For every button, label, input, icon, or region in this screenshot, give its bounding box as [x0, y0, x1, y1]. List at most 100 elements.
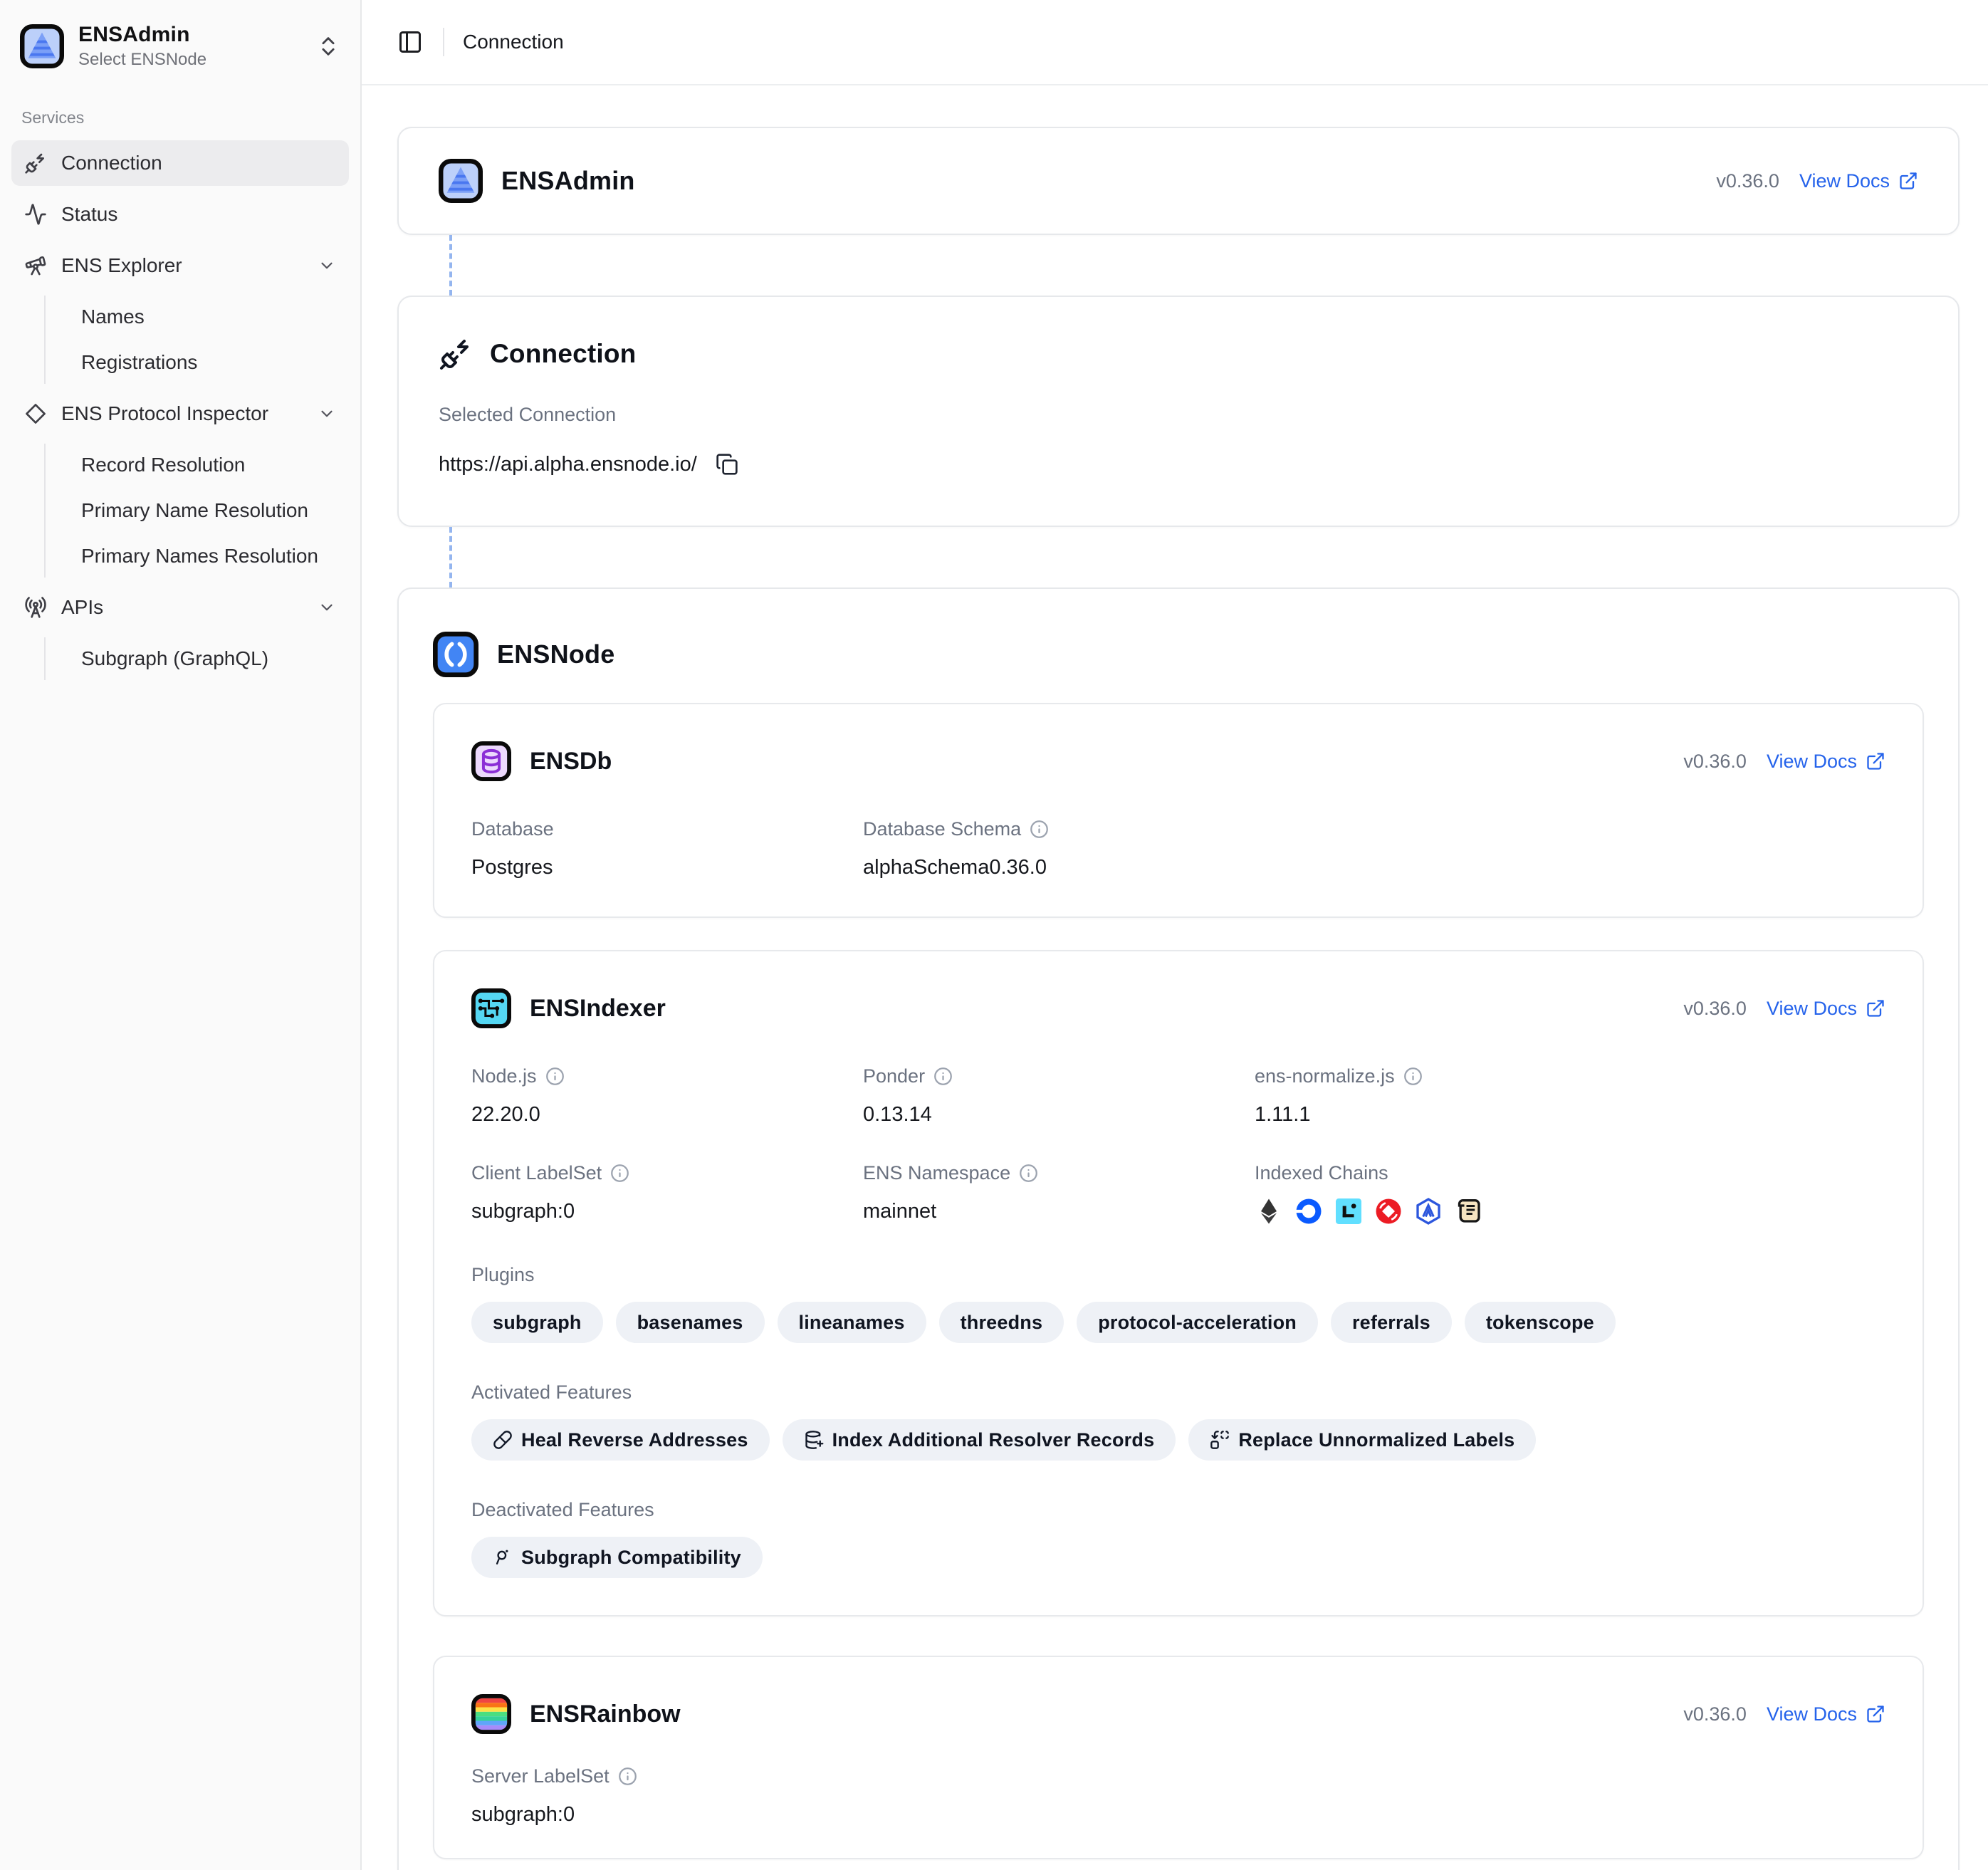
chain-base-icon [1294, 1197, 1323, 1226]
sidebar-item-apis[interactable]: APIs [11, 585, 349, 630]
sidebar-item-label: Registrations [81, 351, 197, 374]
sidebar-toggle-button[interactable] [392, 23, 429, 61]
sidebar-item-label: Record Resolution [81, 454, 245, 476]
sidebar-item-registrations[interactable]: Registrations [70, 341, 349, 384]
apis-subnav: Subgraph (GraphQL) [44, 637, 349, 680]
sidebar-item-label: Status [61, 203, 336, 226]
sidebar-item-record-resolution[interactable]: Record Resolution [70, 444, 349, 486]
connector-dashed-line [449, 235, 452, 296]
selected-connection-label: Selected Connection [439, 404, 1918, 426]
sidebar-item-label: ENS Protocol Inspector [61, 402, 303, 425]
plug-zap-icon [439, 337, 473, 371]
info-icon[interactable] [618, 1767, 637, 1786]
sidebar-nav: Connection Status ENS Explorer Names Reg… [11, 140, 349, 687]
view-docs-label: View Docs [1799, 170, 1890, 192]
field-label: ENS Namespace [863, 1162, 1010, 1184]
view-docs-link[interactable]: View Docs [1767, 1703, 1885, 1725]
sidebar-item-label: Primary Name Resolution [81, 499, 308, 522]
plugin-chip: subgraph [471, 1302, 603, 1343]
feature-chip-index-additional-resolver-records: Index Additional Resolver Records [783, 1419, 1176, 1461]
copy-url-button[interactable] [713, 450, 741, 479]
database-field: Database Postgres [471, 818, 863, 879]
info-icon[interactable] [1030, 820, 1049, 839]
panel-left-icon [397, 29, 423, 55]
version-label: v0.36.0 [1683, 1703, 1747, 1725]
field-label: Node.js [471, 1065, 537, 1087]
info-icon[interactable] [1403, 1067, 1423, 1086]
sidebar-item-ens-explorer[interactable]: ENS Explorer [11, 243, 349, 288]
feature-chip-subgraph-compatibility: Subgraph Compatibility [471, 1537, 763, 1578]
field-value: 22.20.0 [471, 1103, 863, 1127]
plugin-chip: referrals [1331, 1302, 1452, 1343]
plugins-list: subgraph basenames lineanames threedns p… [471, 1302, 1885, 1343]
plugin-chip: basenames [616, 1302, 765, 1343]
info-icon[interactable] [610, 1164, 629, 1183]
view-docs-label: View Docs [1767, 751, 1857, 773]
sidebar-item-subgraph-graphql[interactable]: Subgraph (GraphQL) [70, 637, 349, 680]
ensnode-card-title: ENSNode [497, 639, 614, 669]
field-value: subgraph:0 [471, 1200, 863, 1223]
field-label: Database [471, 818, 554, 840]
ensrainbow-logo-icon [471, 1694, 511, 1734]
feature-chip-label: Replace Unnormalized Labels [1238, 1429, 1514, 1451]
info-icon[interactable] [545, 1067, 565, 1086]
sidebar-item-label: Subgraph (GraphQL) [81, 647, 268, 670]
ponder-field: Ponder 0.13.14 [863, 1065, 1255, 1127]
sidebar: ENSAdmin Select ENSNode Services Connect… [0, 0, 362, 1870]
database-schema-field: Database Schema alphaSchema0.36.0 [863, 818, 1885, 879]
external-link-icon [1898, 171, 1918, 191]
pill-icon [493, 1430, 513, 1450]
chevron-down-icon [318, 404, 336, 423]
field-value: mainnet [863, 1200, 1255, 1223]
ensadmin-card: ENSAdmin v0.36.0 View Docs [397, 127, 1960, 235]
sidebar-item-label: APIs [61, 596, 303, 619]
chain-linea-icon [1334, 1197, 1363, 1226]
plugin-chip: threedns [939, 1302, 1064, 1343]
plugin-chip: lineanames [778, 1302, 926, 1343]
field-value: 1.11.1 [1255, 1103, 1885, 1127]
field-label: Server LabelSet [471, 1765, 610, 1787]
field-value: 0.13.14 [863, 1103, 1255, 1127]
sidebar-item-status[interactable]: Status [11, 192, 349, 237]
ensadmin-logo-icon [439, 159, 483, 203]
info-icon[interactable] [1019, 1164, 1038, 1183]
replace-icon [1210, 1430, 1230, 1450]
version-label: v0.36.0 [1716, 170, 1779, 192]
telescope-icon [24, 254, 47, 277]
plugins-label: Plugins [471, 1264, 1885, 1286]
database-plus-icon [804, 1430, 824, 1450]
sidebar-item-primary-names-resolution[interactable]: Primary Names Resolution [70, 535, 349, 578]
workspace-subtitle: Select ENSNode [78, 50, 302, 70]
sidebar-item-label: ENS Explorer [61, 254, 303, 277]
view-docs-link[interactable]: View Docs [1799, 170, 1918, 192]
field-label: Indexed Chains [1255, 1162, 1388, 1184]
feature-chip-heal-reverse-addresses: Heal Reverse Addresses [471, 1419, 770, 1461]
view-docs-label: View Docs [1767, 1703, 1857, 1725]
deactivated-features-list: Subgraph Compatibility [471, 1537, 1885, 1578]
graph-icon [493, 1547, 513, 1567]
ens-namespace-field: ENS Namespace mainnet [863, 1162, 1255, 1226]
sidebar-item-primary-name-resolution[interactable]: Primary Name Resolution [70, 489, 349, 532]
view-docs-link[interactable]: View Docs [1767, 998, 1885, 1020]
sidebar-item-connection[interactable]: Connection [11, 140, 349, 186]
ensdb-card-title: ENSDb [530, 748, 612, 775]
nodejs-field: Node.js 22.20.0 [471, 1065, 863, 1127]
workspace-name: ENSAdmin [78, 23, 302, 47]
chain-optimism-icon [1374, 1197, 1403, 1226]
ensnode-selector[interactable]: ENSAdmin Select ENSNode [11, 16, 349, 77]
sidebar-item-ens-protocol-inspector[interactable]: ENS Protocol Inspector [11, 391, 349, 437]
chain-ethereum-icon [1255, 1197, 1283, 1226]
copy-icon [716, 453, 738, 476]
connection-card: Connection Selected Connection https://a… [397, 296, 1960, 527]
info-icon[interactable] [933, 1067, 953, 1086]
sidebar-item-names[interactable]: Names [70, 296, 349, 338]
ensindexer-card: ENSIndexer v0.36.0 View Docs Node. [433, 950, 1924, 1616]
ens-normalize-field: ens-normalize.js 1.11.1 [1255, 1065, 1885, 1127]
view-docs-link[interactable]: View Docs [1767, 751, 1885, 773]
view-docs-label: View Docs [1767, 998, 1857, 1020]
sidebar-item-label: Primary Names Resolution [81, 545, 318, 568]
feature-chip-label: Index Additional Resolver Records [832, 1429, 1155, 1451]
ensindexer-card-title: ENSIndexer [530, 995, 666, 1023]
ensdb-card: ENSDb v0.36.0 View Docs Database [433, 703, 1924, 918]
plug-zap-icon [24, 152, 47, 174]
